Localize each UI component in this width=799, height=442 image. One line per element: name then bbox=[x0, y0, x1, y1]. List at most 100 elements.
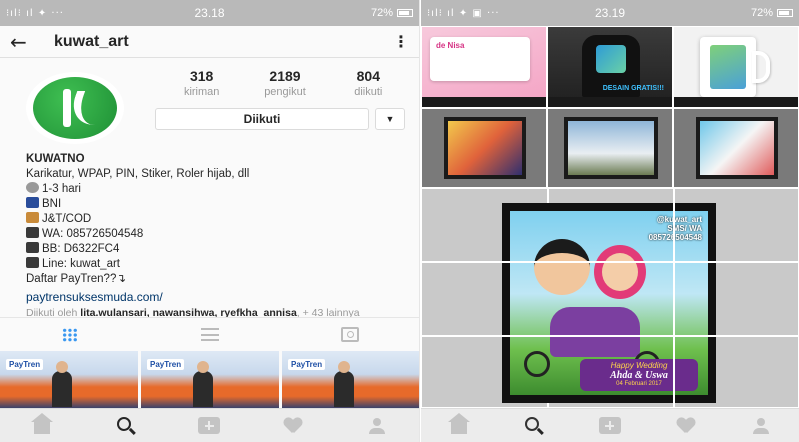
nav-profile[interactable] bbox=[723, 417, 799, 434]
watermark-name: @kuwat_art bbox=[656, 215, 702, 224]
nav-add[interactable] bbox=[168, 417, 252, 434]
stat-following[interactable]: 804 diikuti bbox=[327, 68, 410, 98]
stopwatch-icon bbox=[26, 182, 39, 193]
framed-art bbox=[696, 117, 778, 179]
profile-icon bbox=[753, 417, 770, 434]
post-tile-card[interactable]: de Nisa bbox=[421, 26, 547, 108]
tagged-icon bbox=[341, 327, 359, 342]
caricature-image: @kuwat_art SMS/ WA 085726504548 Happy We… bbox=[510, 211, 708, 395]
heart-icon bbox=[677, 418, 695, 434]
bio-text: Line: kuwat_art bbox=[42, 258, 120, 270]
battery-icon bbox=[777, 9, 793, 17]
stat-label: kiriman bbox=[183, 86, 220, 98]
stat-followers[interactable]: 2189 pengikut bbox=[243, 68, 326, 98]
nav-home[interactable] bbox=[0, 413, 84, 434]
bio-line: J&T/COD bbox=[26, 212, 393, 227]
watermark: @kuwat_art SMS/ WA 085726504548 bbox=[649, 215, 702, 242]
post-thumbnail[interactable]: PayTren bbox=[0, 351, 138, 409]
post-tile-frame[interactable] bbox=[421, 108, 547, 188]
post-tile-shirt[interactable]: DESAIN GRATIS!!! bbox=[547, 26, 673, 108]
tile-footer bbox=[674, 97, 798, 107]
stat-value: 318 bbox=[189, 68, 214, 84]
post-tile-mug[interactable] bbox=[673, 26, 799, 108]
tile-footer bbox=[548, 97, 672, 107]
battery-icon bbox=[397, 9, 413, 17]
search-icon bbox=[525, 416, 540, 431]
banner-date: 04 Februari 2017 bbox=[616, 381, 662, 387]
bottom-nav bbox=[421, 408, 799, 442]
nav-search[interactable] bbox=[84, 416, 168, 431]
mug-print bbox=[710, 45, 746, 89]
tab-tagged[interactable] bbox=[280, 318, 419, 351]
status-bar: ⁝ıl⁝ ıl ✦ ··· 23.18 72% bbox=[0, 0, 419, 26]
stat-posts[interactable]: 318 kiriman bbox=[160, 68, 243, 98]
post-thumbnail[interactable]: PayTren bbox=[282, 351, 419, 409]
avatar[interactable] bbox=[26, 72, 124, 144]
nav-home[interactable] bbox=[421, 413, 497, 434]
add-post-icon bbox=[198, 417, 221, 434]
phone-icon bbox=[26, 242, 39, 253]
person-figure bbox=[52, 361, 72, 407]
profile-website-link[interactable]: paytrensuksesmuda.com/ bbox=[26, 290, 393, 305]
framed-art bbox=[444, 117, 526, 179]
art-image bbox=[700, 121, 774, 175]
couple-body bbox=[550, 307, 640, 357]
groom-head bbox=[534, 239, 590, 295]
shirt-caption: DESAIN GRATIS!!! bbox=[602, 85, 664, 92]
thumbnail-brand: PayTren bbox=[288, 359, 326, 370]
post-thumbnail[interactable]: PayTren bbox=[141, 351, 279, 409]
more-options-icon[interactable]: ⋮ bbox=[393, 32, 409, 51]
watermark-sub: SMS/ WA bbox=[667, 224, 702, 233]
mug-image bbox=[700, 37, 770, 97]
bio-text: WA: 085726504548 bbox=[42, 228, 144, 240]
nav-search[interactable] bbox=[497, 416, 573, 431]
stat-label: diikuti bbox=[354, 86, 383, 98]
back-arrow-icon[interactable]: ← bbox=[10, 30, 40, 54]
following-button[interactable]: Diikuti bbox=[155, 108, 369, 130]
profile-summary: 318 kiriman 2189 pengikut 804 diikuti Di… bbox=[0, 58, 419, 148]
left-screenshot: ⁝ıl⁝ ıl ✦ ··· 23.18 72% ← kuwat_art ⋮ 31… bbox=[0, 0, 420, 442]
phone-icon bbox=[26, 227, 39, 238]
home-icon bbox=[30, 413, 53, 434]
stat-value: 2189 bbox=[269, 68, 301, 84]
framed-art bbox=[564, 117, 658, 179]
post-tile-frame[interactable] bbox=[547, 108, 673, 188]
stat-value: 804 bbox=[356, 68, 380, 84]
post-tile-wedding-caricature[interactable]: @kuwat_art SMS/ WA 085726504548 Happy We… bbox=[421, 188, 799, 408]
tab-list[interactable] bbox=[140, 318, 280, 351]
bio-text: J&T/COD bbox=[42, 213, 92, 225]
status-time: 23.18 bbox=[194, 6, 225, 20]
profile-icon bbox=[369, 417, 386, 434]
banner-names: Ahda & Uswa bbox=[610, 370, 668, 381]
right-screenshot: ⁝ıl⁝ ıl ✦ ▣ ··· 23.19 72% de Nisa DESAIN… bbox=[421, 0, 799, 442]
nav-activity[interactable] bbox=[648, 418, 724, 434]
person-figure bbox=[334, 361, 354, 407]
nav-add[interactable] bbox=[572, 417, 648, 434]
grid-icon bbox=[62, 327, 78, 342]
bio-line: WA: 085726504548 bbox=[26, 227, 393, 242]
post-tile-frame[interactable] bbox=[673, 108, 799, 188]
tab-grid[interactable] bbox=[0, 318, 140, 351]
home-icon bbox=[447, 413, 470, 434]
profile-tabs bbox=[0, 317, 419, 351]
nav-activity[interactable] bbox=[251, 418, 335, 434]
bottom-nav bbox=[0, 408, 419, 442]
person-figure bbox=[193, 361, 213, 407]
grid-divider bbox=[422, 335, 798, 337]
bio-line: BB: D6322FC4 bbox=[26, 242, 393, 257]
phone-icon bbox=[26, 257, 39, 268]
nav-profile[interactable] bbox=[335, 417, 419, 434]
profile-header: ← kuwat_art ⋮ bbox=[0, 26, 419, 58]
status-time: 23.19 bbox=[594, 6, 626, 20]
follow-controls: Diikuti ▼ bbox=[155, 108, 405, 130]
tile-footer bbox=[422, 97, 546, 107]
atm-icon bbox=[26, 197, 39, 208]
profile-username: kuwat_art bbox=[54, 32, 129, 50]
chevron-down-icon[interactable]: ▼ bbox=[375, 108, 405, 130]
bio-line: 1-3 hari bbox=[26, 182, 393, 197]
bio-text: BNI bbox=[42, 198, 62, 210]
bio-text: 1-3 hari bbox=[42, 183, 81, 195]
bride-head bbox=[594, 245, 646, 299]
bio-description: Karikatur, WPAP, PIN, Stiker, Roler hija… bbox=[26, 168, 250, 180]
framed-caricature: @kuwat_art SMS/ WA 085726504548 Happy We… bbox=[502, 203, 716, 403]
